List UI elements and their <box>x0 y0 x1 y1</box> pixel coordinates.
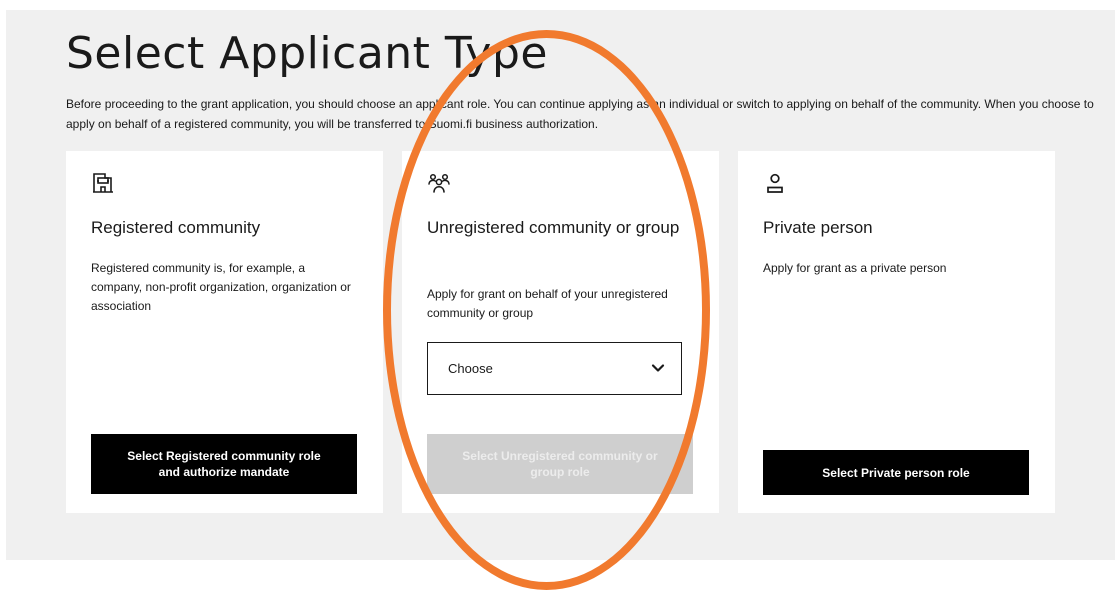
card-unregistered-community: Unregistered community or group Apply fo… <box>402 151 719 513</box>
card-private-person: Private person Apply for grant as a priv… <box>738 151 1055 513</box>
card-registered-community: Registered community Registered communit… <box>66 151 383 513</box>
group-icon <box>427 171 451 195</box>
chevron-down-icon <box>651 361 665 375</box>
community-select-dropdown[interactable]: Choose <box>427 342 682 395</box>
select-registered-community-button[interactable]: Select Registered community role and aut… <box>91 434 357 494</box>
page-title: Select Applicant Type <box>66 28 548 79</box>
card-description: Apply for grant as a private person <box>763 261 947 275</box>
card-description: Apply for grant on behalf of your unregi… <box>427 287 668 320</box>
select-value: Choose <box>448 361 493 376</box>
card-title: Unregistered community or group <box>427 218 680 237</box>
person-icon <box>763 171 787 195</box>
card-description: Registered community is, for example, a … <box>91 261 351 313</box>
building-icon <box>91 171 115 195</box>
select-unregistered-community-button[interactable]: Select Unregistered community or group r… <box>427 434 693 494</box>
select-private-person-button[interactable]: Select Private person role <box>763 450 1029 495</box>
card-title: Private person <box>763 218 873 237</box>
page-intro: Before proceeding to the grant applicati… <box>66 97 1094 131</box>
card-title: Registered community <box>91 218 261 237</box>
